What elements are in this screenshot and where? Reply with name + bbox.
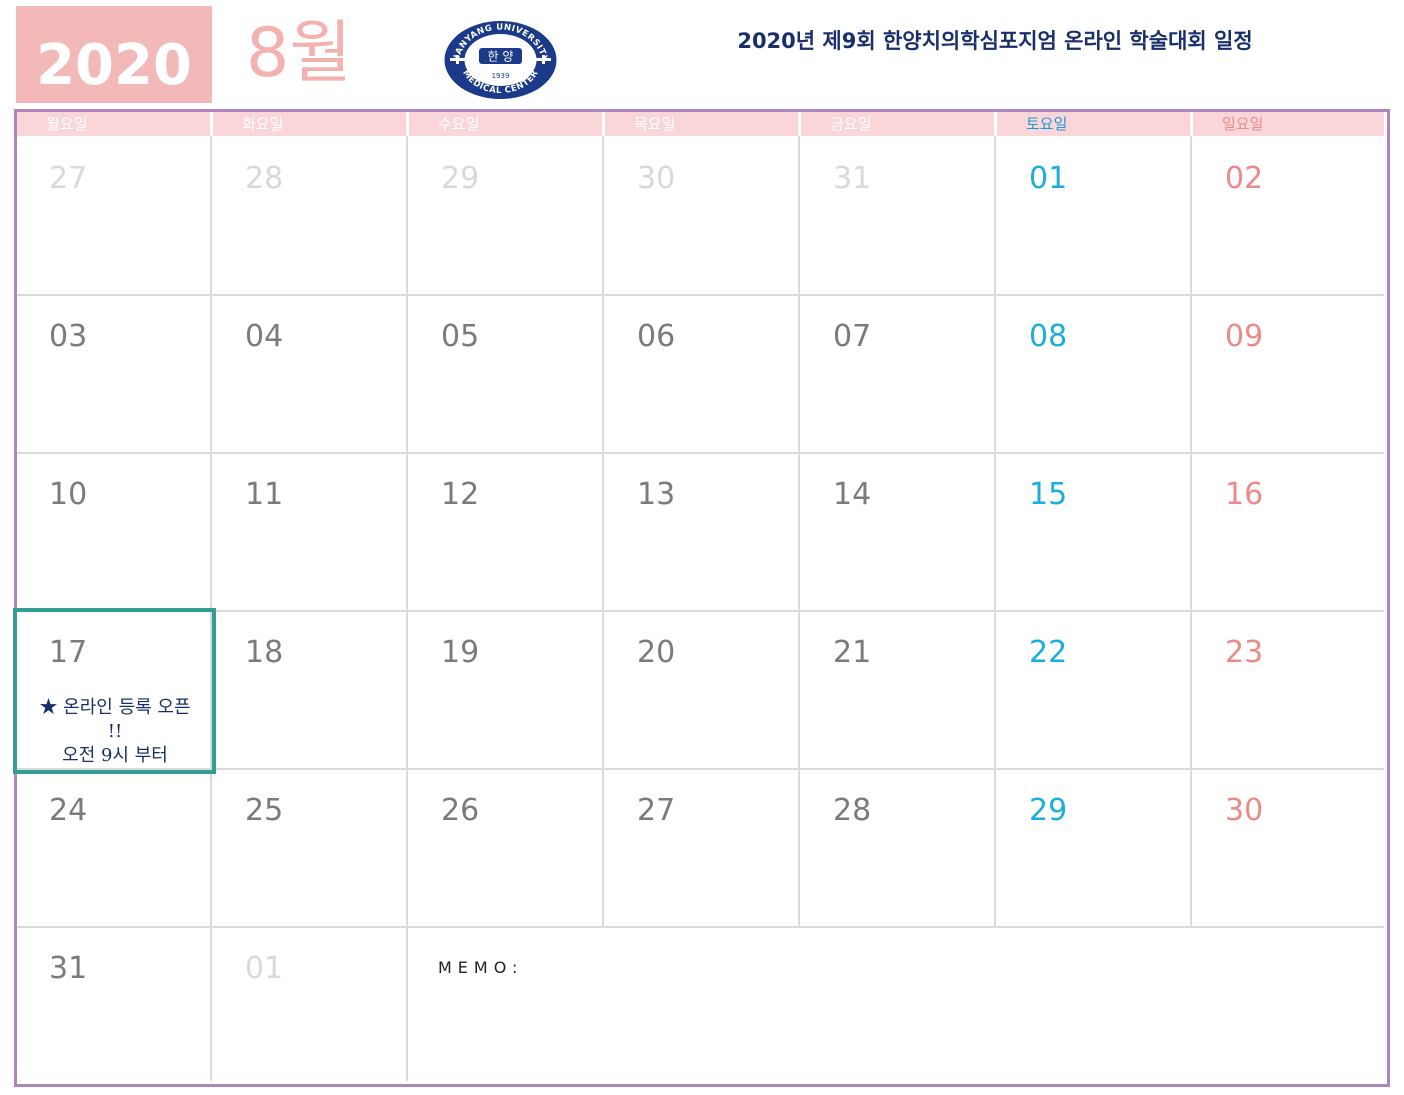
weekday-label: 일요일	[1222, 115, 1264, 133]
day-number: 20	[637, 635, 676, 670]
event-highlight-box	[13, 608, 216, 774]
day-cell[interactable]: 29	[997, 768, 1190, 926]
day-cell[interactable]: 30	[1193, 768, 1386, 926]
day-cell[interactable]: 28	[213, 136, 406, 294]
day-cell[interactable]: 15	[997, 452, 1190, 610]
day-cell[interactable]: 31	[17, 926, 210, 1084]
memo-label: MEMO:	[438, 958, 524, 977]
day-cell[interactable]: 02	[1193, 136, 1386, 294]
day-cell[interactable]: 21	[801, 610, 994, 768]
day-cell[interactable]: 26	[409, 768, 602, 926]
day-cell[interactable]: 29	[409, 136, 602, 294]
day-cell[interactable]: 19	[409, 610, 602, 768]
day-number: 28	[245, 161, 284, 196]
day-cell[interactable]: 25	[213, 768, 406, 926]
day-number: 30	[637, 161, 676, 196]
day-cell[interactable]: 22	[997, 610, 1190, 768]
day-cell[interactable]: 07	[801, 294, 994, 452]
day-number: 31	[833, 161, 872, 196]
day-number: 19	[441, 635, 480, 670]
day-number: 31	[49, 951, 88, 986]
day-number: 29	[1029, 793, 1068, 828]
day-number: 27	[637, 793, 676, 828]
day-number: 08	[1029, 319, 1068, 354]
hanyang-medical-center-logo: HANYANG UNIVERSITY MEDICAL CENTER 한 양 19…	[444, 21, 557, 99]
day-number: 10	[49, 477, 88, 512]
day-cell[interactable]: 06	[605, 294, 798, 452]
month-label: 8월	[246, 14, 352, 93]
weekday-friday: 금요일	[801, 112, 994, 136]
day-number: 21	[833, 635, 872, 670]
day-cell[interactable]: 10	[17, 452, 210, 610]
day-number: 30	[1225, 793, 1264, 828]
day-number: 04	[245, 319, 284, 354]
day-cell[interactable]: 16	[1193, 452, 1386, 610]
day-cell[interactable]: 09	[1193, 294, 1386, 452]
day-cell[interactable]: 03	[17, 294, 210, 452]
day-number: 22	[1029, 635, 1068, 670]
day-cell[interactable]: 23	[1193, 610, 1386, 768]
weekday-thursday: 목요일	[605, 112, 798, 136]
day-number: 12	[441, 477, 480, 512]
day-number: 28	[833, 793, 872, 828]
day-number: 16	[1225, 477, 1264, 512]
weekday-wednesday: 수요일	[409, 112, 602, 136]
day-cell[interactable]: 20	[605, 610, 798, 768]
weekday-label: 수요일	[438, 115, 480, 133]
weekday-label: 목요일	[634, 115, 676, 133]
day-number: 07	[833, 319, 872, 354]
day-cell[interactable]: 31	[801, 136, 994, 294]
weekday-label: 월요일	[46, 115, 88, 133]
day-cell[interactable]: 08	[997, 294, 1190, 452]
year-label: 2020	[36, 33, 192, 98]
day-cell[interactable]: 18	[213, 610, 406, 768]
day-number: 05	[441, 319, 480, 354]
day-number: 24	[49, 793, 88, 828]
day-number: 14	[833, 477, 872, 512]
day-number: 02	[1225, 161, 1264, 196]
weekday-saturday: 토요일	[997, 112, 1190, 136]
day-number: 11	[245, 477, 284, 512]
year-badge: 2020	[16, 6, 212, 103]
day-cell[interactable]: 01	[213, 926, 406, 1084]
weekday-monday: 월요일	[17, 112, 210, 136]
weekday-tuesday: 화요일	[213, 112, 406, 136]
weekday-label: 토요일	[1026, 115, 1068, 133]
day-number: 18	[245, 635, 284, 670]
day-cell[interactable]: 27	[17, 136, 210, 294]
day-cell[interactable]: 11	[213, 452, 406, 610]
day-number: 15	[1029, 477, 1068, 512]
day-number: 01	[1029, 161, 1068, 196]
day-number: 26	[441, 793, 480, 828]
day-number: 06	[637, 319, 676, 354]
weekday-sunday: 일요일	[1193, 112, 1384, 136]
day-cell[interactable]: 12	[409, 452, 602, 610]
day-cell[interactable]: 30	[605, 136, 798, 294]
day-number: 13	[637, 477, 676, 512]
day-number: 01	[245, 951, 284, 986]
day-number: 09	[1225, 319, 1264, 354]
day-cell[interactable]: 14	[801, 452, 994, 610]
day-cell[interactable]: 05	[409, 294, 602, 452]
day-cell[interactable]: 04	[213, 294, 406, 452]
day-number: 23	[1225, 635, 1264, 670]
weekday-label: 금요일	[830, 115, 872, 133]
day-cell[interactable]: 24	[17, 768, 210, 926]
day-cell[interactable]: 01	[997, 136, 1190, 294]
logo-center-text: 한 양	[488, 50, 514, 64]
weekday-label: 화요일	[242, 115, 284, 133]
day-number: 29	[441, 161, 480, 196]
day-number: 27	[49, 161, 88, 196]
day-number: 25	[245, 793, 284, 828]
day-cell[interactable]: 27	[605, 768, 798, 926]
logo-year: 1939	[492, 72, 510, 80]
day-cell[interactable]: 28	[801, 768, 994, 926]
event-title: 2020년 제9회 한양치의학심포지엄 온라인 학술대회 일정	[737, 29, 1253, 53]
day-cell[interactable]: 13	[605, 452, 798, 610]
day-number: 03	[49, 319, 88, 354]
